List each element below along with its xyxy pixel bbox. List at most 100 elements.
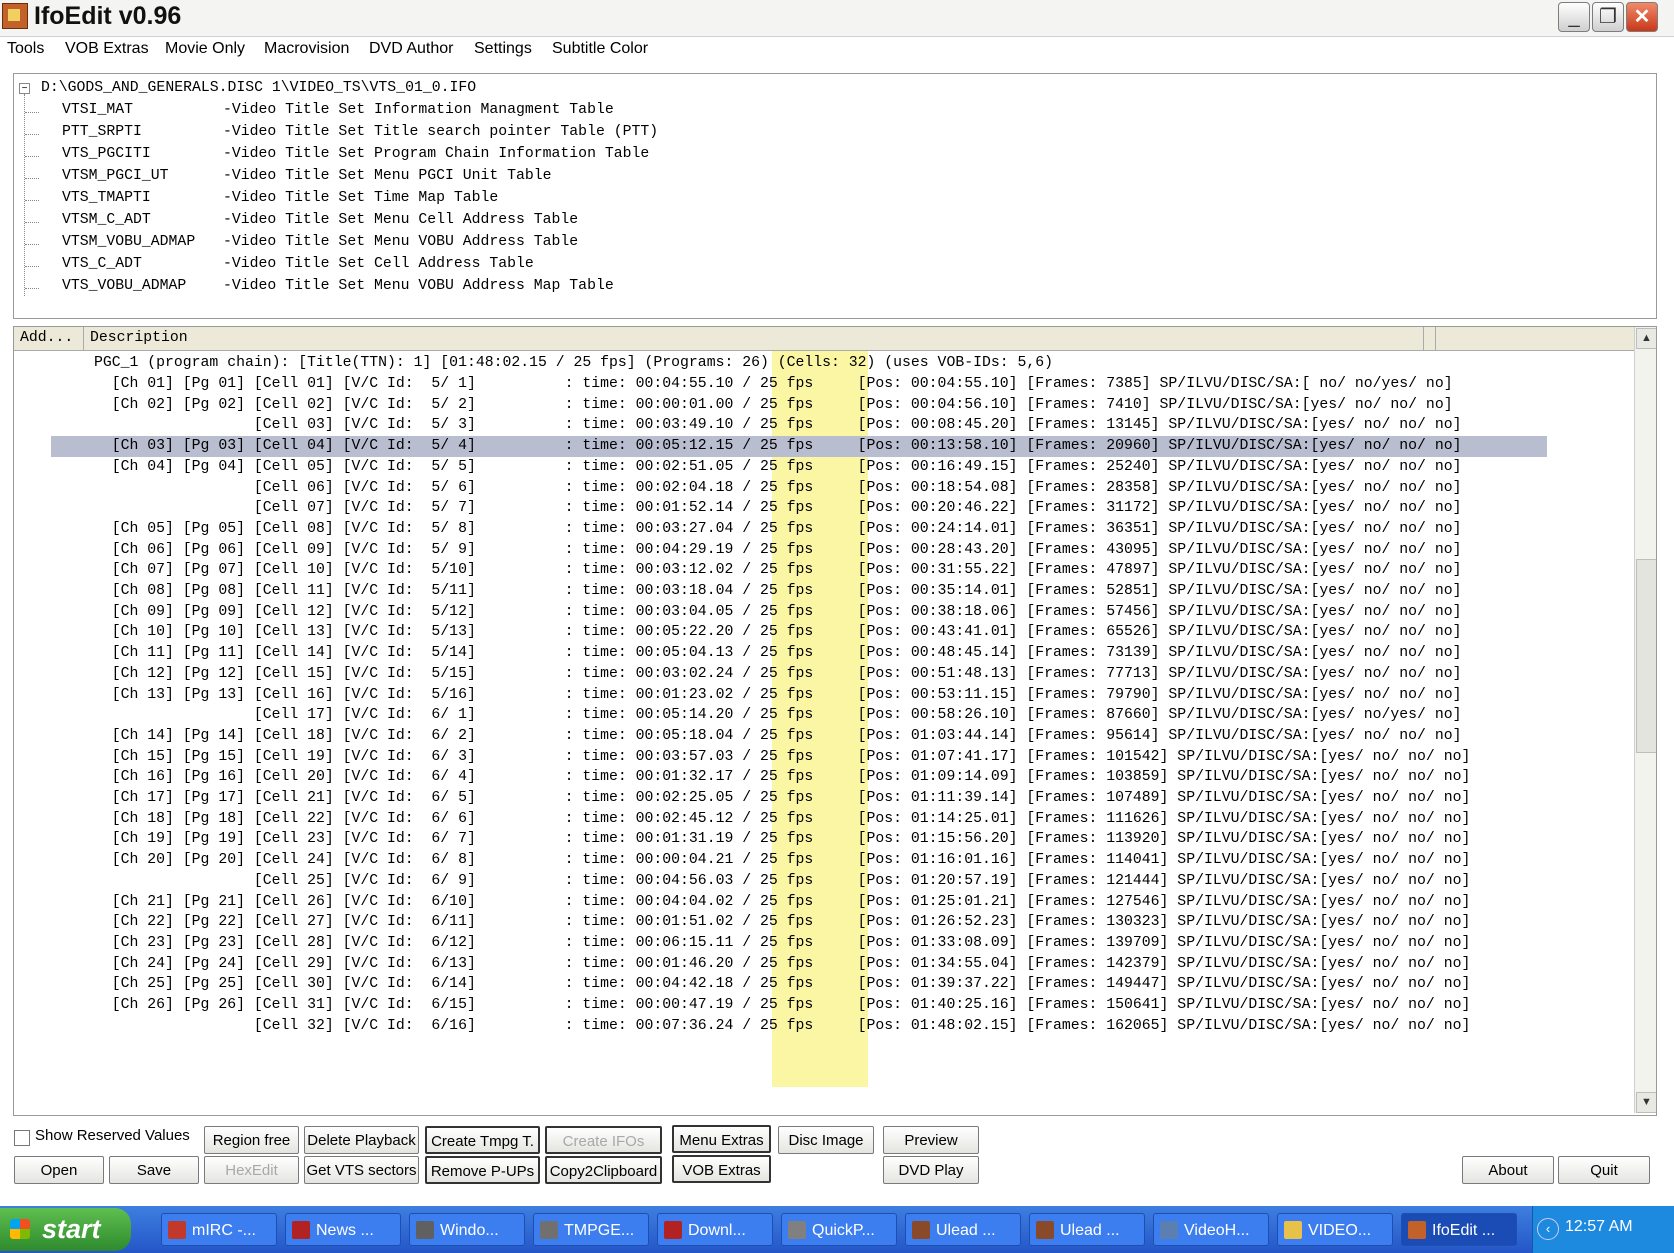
ifo-tree-panel[interactable]: − D:\GODS_AND_GENERALS.DISC 1\VIDEO_TS\V…	[13, 73, 1657, 319]
cell-row[interactable]: [Ch 16] [Pg 16] [Cell 20] [V/C Id: 6/ 4]…	[94, 766, 1471, 788]
cell-row[interactable]: [Ch 14] [Pg 14] [Cell 18] [V/C Id: 6/ 2]…	[94, 725, 1462, 747]
taskbar-app-icon	[664, 1221, 682, 1239]
menu-subtitle-color[interactable]: Subtitle Color	[552, 40, 648, 58]
cell-row[interactable]: [Ch 09] [Pg 09] [Cell 12] [V/C Id: 5/12]…	[94, 601, 1462, 623]
taskbar-button[interactable]: IfoEdit ...	[1401, 1213, 1517, 1246]
region-free-button[interactable]: Region free	[204, 1126, 299, 1154]
pgc-list-panel[interactable]: Add... Description PGC_1 (program chain)…	[13, 326, 1657, 1116]
cell-row[interactable]: [Cell 17] [V/C Id: 6/ 1] : time: 00:05:1…	[94, 704, 1462, 726]
cell-row[interactable]: [Ch 11] [Pg 11] [Cell 14] [V/C Id: 5/14]…	[94, 642, 1462, 664]
tree-collapse-toggle[interactable]: −	[19, 83, 30, 94]
cell-row[interactable]: [Ch 03] [Pg 03] [Cell 04] [V/C Id: 5/ 4]…	[94, 435, 1462, 457]
cell-row[interactable]: [Ch 20] [Pg 20] [Cell 24] [V/C Id: 6/ 8]…	[94, 849, 1471, 871]
pgc-header-row[interactable]: PGC_1 (program chain): [Title(TTN): 1] […	[94, 352, 1053, 374]
cell-row[interactable]: [Cell 06] [V/C Id: 5/ 6] : time: 00:02:0…	[94, 477, 1462, 499]
cell-row[interactable]: [Ch 02] [Pg 02] [Cell 02] [V/C Id: 5/ 2]…	[94, 394, 1453, 416]
open-button[interactable]: Open	[14, 1156, 104, 1184]
cell-row[interactable]: [Ch 05] [Pg 05] [Cell 08] [V/C Id: 5/ 8]…	[94, 518, 1462, 540]
title-bar[interactable]: IfoEdit v0.96 _ ❐ ✕	[0, 0, 1674, 37]
menu-movie-only[interactable]: Movie Only	[165, 40, 245, 58]
cell-row[interactable]: [Ch 10] [Pg 10] [Cell 13] [V/C Id: 5/13]…	[94, 621, 1462, 643]
cell-row[interactable]: [Ch 18] [Pg 18] [Cell 22] [V/C Id: 6/ 6]…	[94, 808, 1471, 830]
tree-item-name[interactable]: VTSM_VOBU_ADMAP	[62, 234, 195, 250]
cell-row[interactable]: [Ch 12] [Pg 12] [Cell 15] [V/C Id: 5/15]…	[94, 663, 1462, 685]
delete-playback-button[interactable]: Delete Playback	[304, 1126, 419, 1154]
cell-row[interactable]: [Ch 07] [Pg 07] [Cell 10] [V/C Id: 5/10]…	[94, 559, 1462, 581]
cell-row[interactable]: [Ch 17] [Pg 17] [Cell 21] [V/C Id: 6/ 5]…	[94, 787, 1471, 809]
tree-branch-connector	[25, 200, 39, 201]
cell-row[interactable]: [Cell 32] [V/C Id: 6/16] : time: 00:07:3…	[94, 1015, 1471, 1037]
scrollbar-thumb[interactable]	[1636, 559, 1656, 753]
taskbar-app-icon	[292, 1221, 310, 1239]
taskbar-button[interactable]: Downl...	[657, 1213, 773, 1246]
header-add[interactable]: Add...	[14, 327, 84, 350]
tree-branch-connector	[25, 112, 39, 113]
about-button[interactable]: About	[1462, 1156, 1554, 1184]
tree-item-name[interactable]: VTSM_C_ADT	[62, 212, 151, 228]
get-vts-sectors-button[interactable]: Get VTS sectors	[304, 1156, 419, 1184]
taskbar-button[interactable]: News ...	[285, 1213, 401, 1246]
taskbar-button[interactable]: Ulead ...	[905, 1213, 1021, 1246]
start-button[interactable]: start	[0, 1208, 131, 1251]
cell-row[interactable]: [Ch 24] [Pg 24] [Cell 29] [V/C Id: 6/13]…	[94, 953, 1471, 975]
dvd-play-button[interactable]: DVD Play	[883, 1156, 979, 1184]
menu-settings[interactable]: Settings	[474, 40, 532, 58]
clock[interactable]: 12:57 AM	[1565, 1218, 1633, 1236]
taskbar-button[interactable]: Ulead ...	[1029, 1213, 1145, 1246]
remove-pups-button[interactable]: Remove P-UPs	[425, 1156, 540, 1184]
cell-row[interactable]: [Ch 23] [Pg 23] [Cell 28] [V/C Id: 6/12]…	[94, 932, 1471, 954]
cell-row[interactable]: [Ch 01] [Pg 01] [Cell 01] [V/C Id: 5/ 1]…	[94, 373, 1453, 395]
cell-row[interactable]: [Ch 19] [Pg 19] [Cell 23] [V/C Id: 6/ 7]…	[94, 828, 1471, 850]
save-button[interactable]: Save	[109, 1156, 199, 1184]
cell-row[interactable]: [Ch 21] [Pg 21] [Cell 26] [V/C Id: 6/10]…	[94, 891, 1471, 913]
cell-row[interactable]: [Cell 25] [V/C Id: 6/ 9] : time: 00:04:5…	[94, 870, 1471, 892]
vob-extras-button[interactable]: VOB Extras	[672, 1155, 771, 1183]
cell-row[interactable]: [Ch 04] [Pg 04] [Cell 05] [V/C Id: 5/ 5]…	[94, 456, 1462, 478]
taskbar-button[interactable]: VideoH...	[1153, 1213, 1269, 1246]
tree-item-name[interactable]: VTSM_PGCI_UT	[62, 168, 169, 184]
create-tmpg-button[interactable]: Create Tmpg T.	[425, 1126, 540, 1154]
menu-tools[interactable]: Tools	[7, 40, 44, 58]
tree-item-name[interactable]: VTS_PGCITI	[62, 146, 151, 162]
menu-extras-button[interactable]: Menu Extras	[672, 1125, 771, 1153]
cell-row[interactable]: [Ch 13] [Pg 13] [Cell 16] [V/C Id: 5/16]…	[94, 684, 1462, 706]
copy2clipboard-button[interactable]: Copy2Clipboard	[545, 1156, 662, 1184]
taskbar-button[interactable]: TMPGE...	[533, 1213, 649, 1246]
minimize-button[interactable]: _	[1558, 2, 1590, 32]
taskbar-button[interactable]: Windo...	[409, 1213, 525, 1246]
tray-expand-icon[interactable]: ‹	[1537, 1218, 1559, 1240]
cell-row[interactable]: [Ch 22] [Pg 22] [Cell 27] [V/C Id: 6/11]…	[94, 911, 1471, 933]
quit-button[interactable]: Quit	[1558, 1156, 1650, 1184]
maximize-button[interactable]: ❐	[1592, 2, 1624, 32]
taskbar-button[interactable]: QuickP...	[781, 1213, 897, 1246]
taskbar-button-label: Ulead ...	[936, 1222, 996, 1239]
scroll-up-icon[interactable]: ▲	[1636, 328, 1656, 349]
vertical-scrollbar[interactable]: ▲ ▼	[1634, 327, 1656, 1113]
preview-button[interactable]: Preview	[883, 1126, 979, 1154]
tree-item-name[interactable]: VTS_C_ADT	[62, 256, 142, 272]
cell-row[interactable]: [Ch 26] [Pg 26] [Cell 31] [V/C Id: 6/15]…	[94, 994, 1471, 1016]
cell-row[interactable]: [Ch 06] [Pg 06] [Cell 09] [V/C Id: 5/ 9]…	[94, 539, 1462, 561]
scroll-down-icon[interactable]: ▼	[1636, 1092, 1656, 1113]
tree-root-path[interactable]: D:\GODS_AND_GENERALS.DISC 1\VIDEO_TS\VTS…	[41, 80, 476, 96]
disc-image-button[interactable]: Disc Image	[778, 1126, 874, 1154]
cell-row[interactable]: [Ch 15] [Pg 15] [Cell 19] [V/C Id: 6/ 3]…	[94, 746, 1471, 768]
menu-vob-extras[interactable]: VOB Extras	[65, 40, 149, 58]
tree-item-name[interactable]: VTS_VOBU_ADMAP	[62, 278, 186, 294]
cell-row[interactable]: [Ch 25] [Pg 25] [Cell 30] [V/C Id: 6/14]…	[94, 973, 1471, 995]
menu-dvd-author[interactable]: DVD Author	[369, 40, 453, 58]
show-reserved-checkbox[interactable]	[14, 1130, 30, 1146]
cell-row[interactable]: [Cell 07] [V/C Id: 5/ 7] : time: 00:01:5…	[94, 497, 1462, 519]
header-description[interactable]: Description	[84, 327, 1424, 350]
taskbar-button[interactable]: mIRC -...	[161, 1213, 277, 1246]
cell-row[interactable]: [Ch 08] [Pg 08] [Cell 11] [V/C Id: 5/11]…	[94, 580, 1462, 602]
cell-row[interactable]: [Cell 03] [V/C Id: 5/ 3] : time: 00:03:4…	[94, 414, 1462, 436]
window-title: IfoEdit v0.96	[34, 2, 182, 30]
tree-item-name[interactable]: VTS_TMAPTI	[62, 190, 151, 206]
tree-item-name[interactable]: VTSI_MAT	[62, 102, 133, 118]
tree-item-name[interactable]: PTT_SRPTI	[62, 124, 142, 140]
taskbar-button-label: Ulead ...	[1060, 1222, 1120, 1239]
taskbar-button[interactable]: VIDEO...	[1277, 1213, 1393, 1246]
menu-macrovision[interactable]: Macrovision	[264, 40, 349, 58]
close-button[interactable]: ✕	[1626, 2, 1658, 32]
